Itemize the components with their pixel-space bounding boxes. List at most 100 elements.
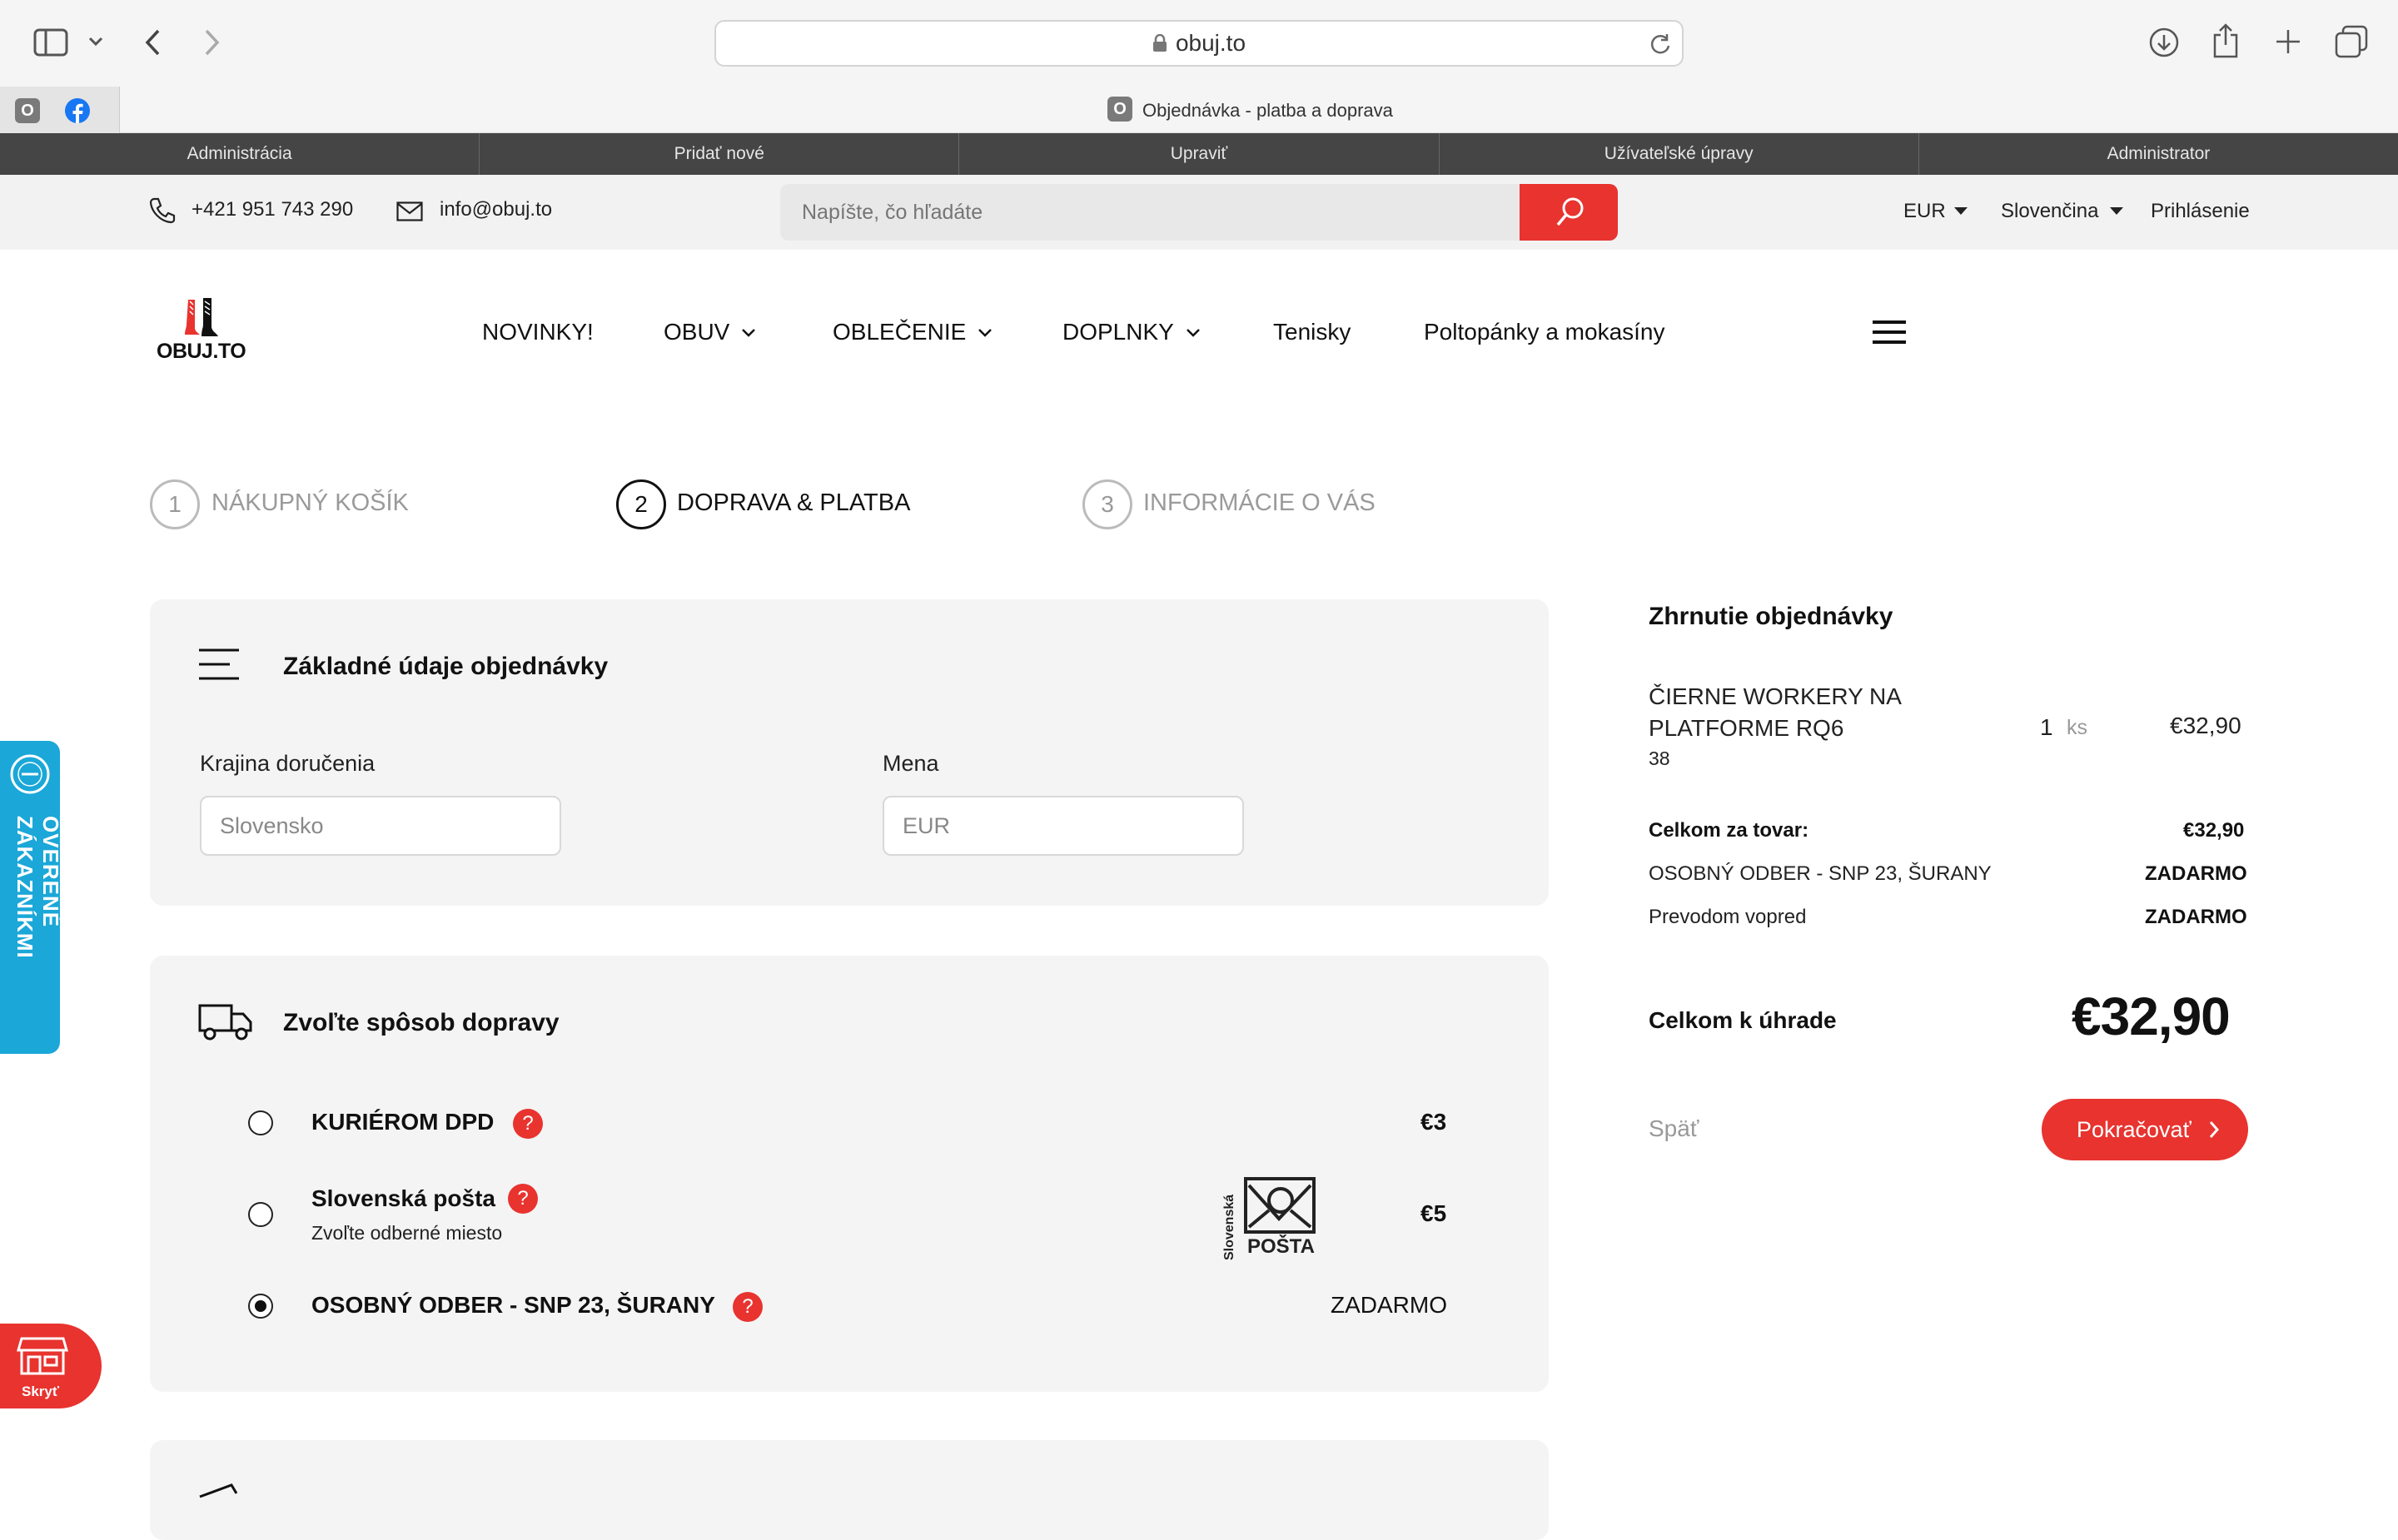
country-field[interactable]: Slovensko: [200, 796, 561, 856]
tab-favicon: O: [1107, 97, 1132, 122]
admin-administracia[interactable]: Administrácia: [0, 133, 480, 175]
nav-obuv[interactable]: OBUV: [664, 319, 756, 345]
step-2-label: DOPRAVA & PLATBA: [677, 489, 911, 516]
currency-field[interactable]: EUR: [883, 796, 1244, 856]
admin-pridat-nove[interactable]: Pridať nové: [480, 133, 960, 175]
summary-total-label: Celkom k úhrade: [1649, 1007, 1837, 1033]
chevron-down-icon[interactable]: [88, 37, 103, 47]
step-1-circle: 1: [150, 479, 200, 529]
nav-oblecenie[interactable]: OBLEČENIE: [833, 319, 993, 345]
search-input[interactable]: [780, 184, 1520, 241]
back-icon[interactable]: [143, 28, 162, 57]
shipping-radio-osobny[interactable]: [248, 1294, 273, 1319]
tab-overview-icon[interactable]: [2335, 25, 2368, 58]
list-lines-icon: [199, 648, 239, 680]
search-field[interactable]: [780, 184, 1520, 241]
summary-item-price: €32,90: [2170, 713, 2241, 738]
active-tab[interactable]: O Objednávka - platba a doprava: [1107, 95, 1440, 125]
share-icon[interactable]: [2211, 23, 2240, 58]
summary-payment-value: ZADARMO: [2145, 906, 2247, 928]
admin-uzivatelske-upravy[interactable]: Užívateľské úpravy: [1440, 133, 1919, 175]
login-link[interactable]: Prihlásenie: [2151, 200, 2250, 223]
nav-tenisky[interactable]: Tenisky: [1273, 319, 1351, 345]
shipping-option-osobny[interactable]: OSOBNÝ ODBER - SNP 23, ŠURANY: [311, 1292, 715, 1319]
summary-item-unit: ks: [2067, 716, 2087, 739]
language-select[interactable]: Slovenčina: [2001, 200, 2124, 223]
step-2-circle: 2: [616, 479, 666, 529]
shipping-radio-posta[interactable]: [248, 1202, 273, 1227]
basic-info-title: Základné údaje objednávky: [283, 653, 609, 680]
country-label: Krajina doručenia: [200, 751, 376, 776]
currency-select[interactable]: EUR: [1903, 200, 1968, 223]
summary-item-name[interactable]: ČIERNE WORKERY NA PLATFORME RQ6: [1649, 681, 1902, 744]
phone-number[interactable]: +421 951 743 290: [192, 198, 353, 221]
shipping-price-dpd: €3: [1420, 1109, 1447, 1135]
chevron-down-icon: [1186, 329, 1200, 337]
summary-shipping-value: ZADARMO: [2145, 862, 2247, 885]
admin-user[interactable]: Administrator: [1919, 133, 2398, 175]
shipping-option-posta-sub[interactable]: Zvoľte odberné miesto: [311, 1222, 502, 1244]
posthorn-icon: [1244, 1177, 1316, 1234]
search-button[interactable]: [1520, 184, 1618, 241]
chevron-down-icon: [742, 329, 756, 337]
chevron-right-icon: [2209, 1121, 2220, 1138]
summary-item-size: 38: [1649, 748, 1670, 769]
mail-icon: [396, 201, 423, 221]
slovenska-posta-logo: Slovenská POŠTA: [1222, 1175, 1322, 1260]
email-link[interactable]: info@obuj.to: [440, 198, 552, 221]
sidebar-toggle-icon[interactable]: [33, 28, 68, 57]
facebook-icon[interactable]: [65, 98, 90, 123]
help-icon[interactable]: ?: [733, 1292, 763, 1322]
step-3-circle: 3: [1082, 479, 1132, 529]
store-icon: [17, 1337, 68, 1375]
shipping-radio-dpd[interactable]: [248, 1110, 273, 1135]
shipping-title: Zvoľte spôsob dopravy: [283, 1009, 560, 1036]
url-text: obuj.to: [1175, 30, 1246, 56]
reload-icon[interactable]: [1649, 32, 1672, 56]
summary-goods-label: Celkom za tovar:: [1649, 819, 1809, 842]
heureka-seal-icon: [10, 754, 50, 794]
tab-title: Objednávka - platba a doprava: [1142, 100, 1393, 121]
pinned-tab[interactable]: O: [15, 98, 40, 123]
summary-total-value: €32,90: [2072, 986, 2231, 1046]
address-bar[interactable]: obuj.to: [714, 20, 1684, 67]
admin-upravit[interactable]: Upraviť: [959, 133, 1440, 175]
continue-button[interactable]: Pokračovať: [2042, 1099, 2248, 1160]
site-logo[interactable]: OBUJ.TO: [157, 296, 248, 363]
new-tab-icon[interactable]: [2275, 28, 2301, 55]
shipping-option-dpd[interactable]: KURIÉROM DPD: [311, 1109, 494, 1135]
summary-goods-value: €32,90: [2183, 819, 2245, 842]
lock-icon: [1152, 23, 1167, 52]
summary-payment-label: Prevodom vopred: [1649, 906, 1807, 928]
payment-panel: [150, 1440, 1549, 1540]
shipping-panel: Zvoľte spôsob dopravy KURIÉROM DPD ? €3 …: [150, 956, 1549, 1392]
badge-text: OVERENÉ ZÁKAZNÍKMI: [12, 816, 63, 959]
search-icon: [1556, 197, 1584, 226]
download-icon[interactable]: [2148, 27, 2180, 58]
shipping-price-posta: €5: [1420, 1200, 1447, 1226]
truck-icon: [198, 1004, 252, 1041]
shipping-option-posta[interactable]: Slovenská pošta: [311, 1185, 495, 1212]
forward-icon[interactable]: [203, 28, 221, 57]
basic-info-panel: Základné údaje objednávky Krajina doruče…: [150, 599, 1549, 906]
browser-chrome: obuj.to O O Objednávka - platba a doprav…: [0, 0, 2398, 133]
caret-down-icon: [1953, 207, 1968, 215]
shipping-price-osobny: ZADARMO: [1331, 1292, 1447, 1318]
nav-novinky[interactable]: NOVINKY!: [482, 319, 594, 345]
help-icon[interactable]: ?: [508, 1184, 538, 1214]
verified-customers-badge[interactable]: OVERENÉ ZÁKAZNÍKMI: [0, 741, 63, 1054]
help-icon[interactable]: ?: [513, 1109, 543, 1139]
summary-item-qty: 1: [2040, 714, 2053, 740]
nav-poltopanky[interactable]: Poltopánky a mokasíny: [1424, 319, 1665, 345]
back-link[interactable]: Späť: [1649, 1115, 1699, 1142]
hide-store-button[interactable]: Skryť: [0, 1324, 102, 1408]
payment-icon: [199, 1483, 238, 1498]
hamburger-menu-icon[interactable]: [1872, 320, 1907, 345]
nav-doplnky[interactable]: DOPLNKY: [1062, 319, 1201, 345]
caret-down-icon: [2110, 207, 2124, 215]
hide-label: Skryť: [22, 1384, 60, 1399]
posta-logo-text: POŠTA: [1247, 1235, 1315, 1258]
step-1-label[interactable]: NÁKUPNÝ KOŠÍK: [211, 489, 409, 517]
chevron-down-icon: [978, 329, 993, 337]
summary-title: Zhrnutie objednávky: [1649, 603, 1893, 630]
